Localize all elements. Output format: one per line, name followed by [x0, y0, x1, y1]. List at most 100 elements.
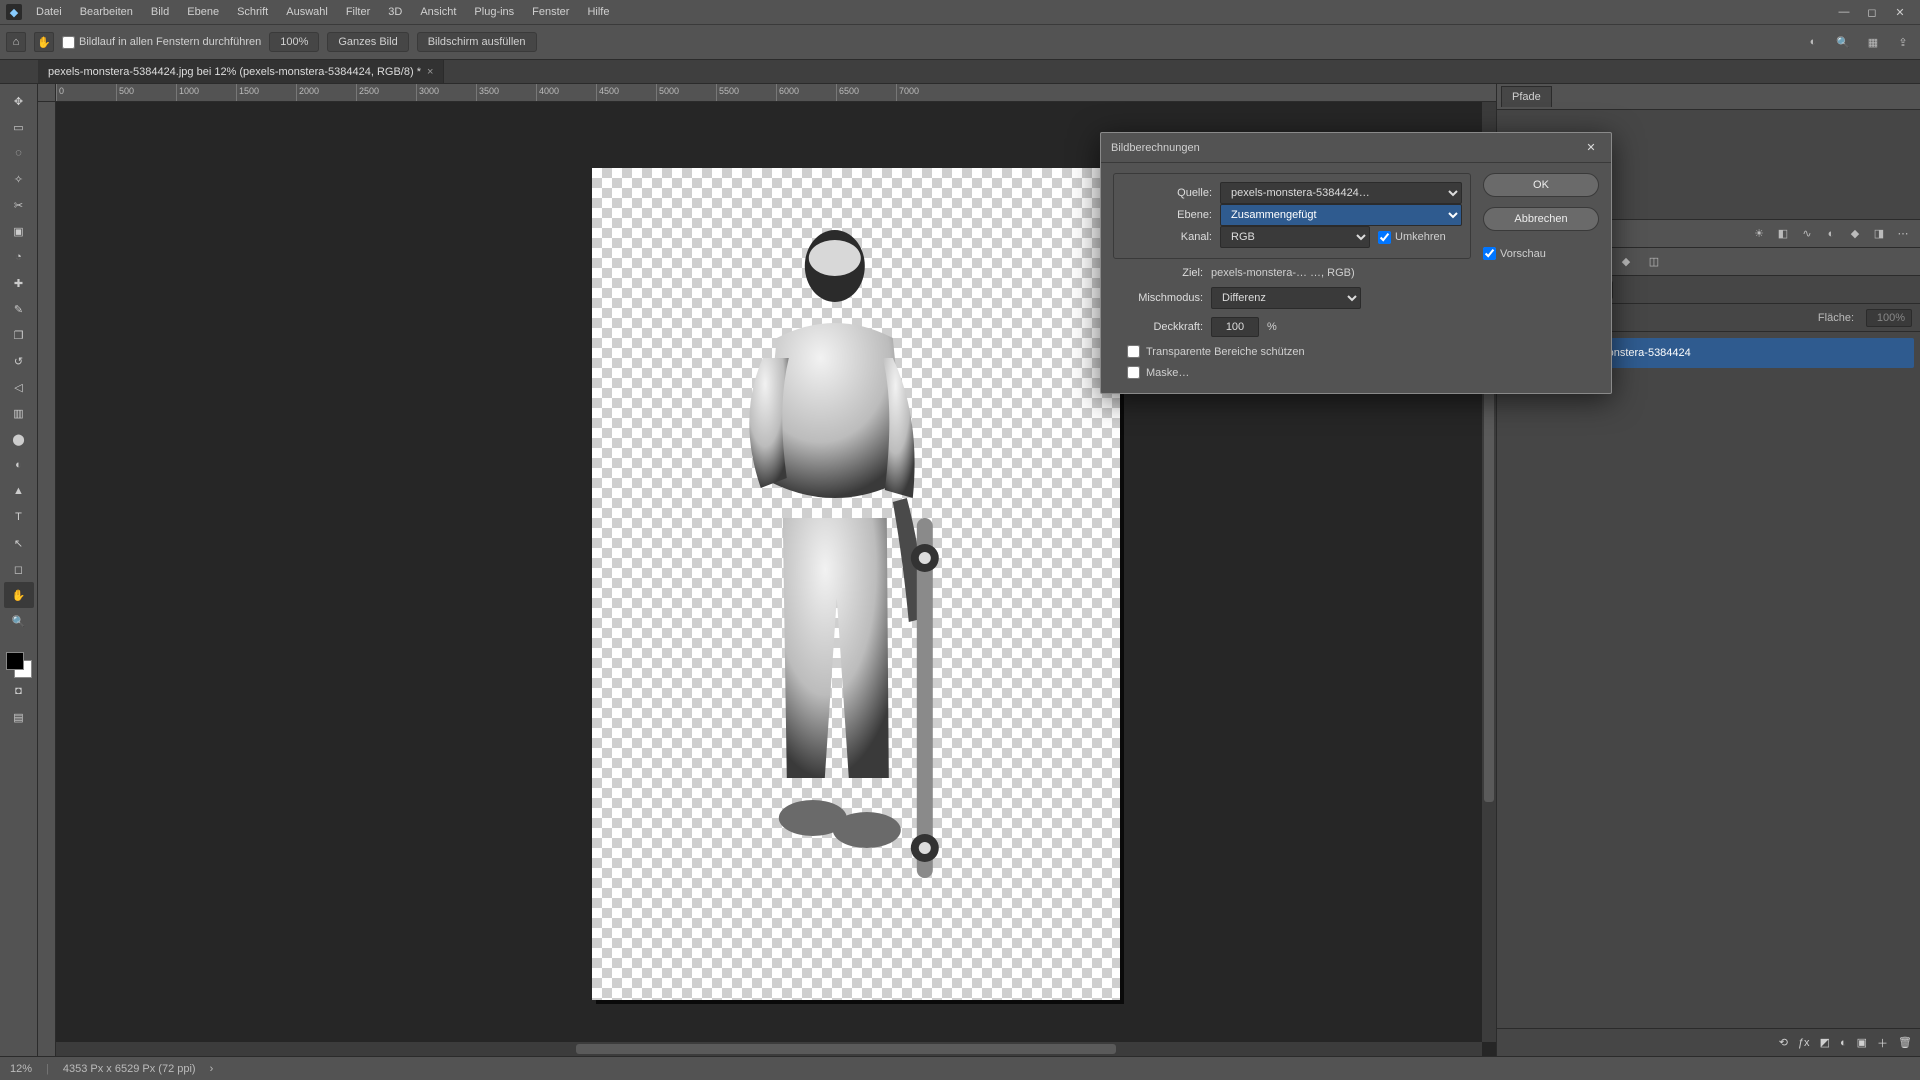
scroll-all-windows-checkbox[interactable]: Bildlauf in allen Fenstern durchführen	[62, 36, 261, 49]
adjust-exposure-icon[interactable]: ◐	[1822, 225, 1840, 243]
menu-plugins[interactable]: Plug-ins	[466, 3, 522, 21]
fill-screen-button[interactable]: Bildschirm ausfüllen	[417, 32, 537, 52]
delete-layer-icon[interactable]: 🗑	[1898, 1036, 1912, 1049]
menu-hilfe[interactable]: Hilfe	[579, 3, 617, 21]
invert-checkbox[interactable]: Umkehren	[1378, 231, 1446, 244]
eraser-tool-icon[interactable]: ◁	[4, 374, 34, 400]
eyedropper-tool-icon[interactable]: ◔	[4, 244, 34, 270]
zoom-100-button[interactable]: 100%	[269, 32, 319, 52]
dialog-title: Bildberechnungen	[1111, 142, 1581, 154]
quickmask-icon[interactable]: ◘	[4, 678, 34, 704]
window-maximize-icon[interactable]: ◻	[1858, 2, 1886, 22]
gradient-tool-icon[interactable]: ▥	[4, 400, 34, 426]
blend-select[interactable]: Differenz	[1211, 287, 1361, 309]
new-fill-adjust-icon[interactable]: ◐	[1840, 1037, 1847, 1049]
status-zoom[interactable]: 12%	[10, 1063, 32, 1075]
frame-tool-icon[interactable]: ▣	[4, 218, 34, 244]
history-brush-tool-icon[interactable]: ↺	[4, 348, 34, 374]
zoom-tool-icon[interactable]: 🔍	[4, 608, 34, 634]
search-icon[interactable]: 🔍	[1832, 31, 1854, 53]
pen-tool-icon[interactable]: ▲	[4, 478, 34, 504]
hand-tool-icon[interactable]: ✋	[34, 32, 54, 52]
adjust-brightness-icon[interactable]: ☀	[1750, 225, 1768, 243]
type-tool-icon[interactable]: T	[4, 504, 34, 530]
move-tool-icon[interactable]: ✥	[4, 88, 34, 114]
menu-ebene[interactable]: Ebene	[179, 3, 227, 21]
crop-tool-icon[interactable]: ✂	[4, 192, 34, 218]
layer-mask-icon[interactable]: ◩	[1820, 1036, 1830, 1049]
preview-label: Vorschau	[1500, 248, 1546, 260]
fit-screen-button[interactable]: Ganzes Bild	[327, 32, 408, 52]
stamp-tool-icon[interactable]: ❐	[4, 322, 34, 348]
dialog-titlebar[interactable]: Bildberechnungen ✕	[1101, 133, 1611, 163]
path-select-tool-icon[interactable]: ↖	[4, 530, 34, 556]
target-label: Ziel:	[1113, 267, 1203, 279]
document-tab[interactable]: pexels-monstera-5384424.jpg bei 12% (pex…	[38, 60, 444, 83]
menu-bild[interactable]: Bild	[143, 3, 177, 21]
screenmode-icon[interactable]: ▤	[4, 704, 34, 730]
status-doc-info[interactable]: 4353 Px x 6529 Px (72 ppi)	[63, 1063, 196, 1075]
menu-ansicht[interactable]: Ansicht	[412, 3, 464, 21]
preview-checkbox[interactable]: Vorschau	[1483, 247, 1599, 260]
hand-tool-icon-2[interactable]: ✋	[4, 582, 34, 608]
layer-kind-shape-icon[interactable]: ◆	[1617, 253, 1635, 271]
color-swatch[interactable]	[6, 652, 32, 678]
home-icon[interactable]: ⌂	[6, 32, 26, 52]
new-group-icon[interactable]: ▣	[1857, 1036, 1867, 1049]
opacity-input[interactable]	[1211, 317, 1259, 337]
tab-close-icon[interactable]: ×	[427, 66, 433, 78]
adjust-bw-icon[interactable]: ◨	[1870, 225, 1888, 243]
dialog-close-icon[interactable]: ✕	[1581, 138, 1601, 158]
document-canvas[interactable]	[592, 168, 1120, 1000]
adjust-more-icon[interactable]: ⋯	[1894, 225, 1912, 243]
channel-select[interactable]: RGB	[1220, 226, 1370, 248]
adjust-levels-icon[interactable]: ◧	[1774, 225, 1792, 243]
ruler-origin[interactable]	[38, 84, 56, 102]
ruler-horizontal[interactable]: 0 500 1000 1500 2000 2500 3000 3500 4000…	[56, 84, 1496, 102]
canvas-scrollbar-horizontal[interactable]	[56, 1042, 1482, 1056]
workspaces-icon[interactable]: ▦	[1862, 31, 1884, 53]
brush-tool-icon[interactable]: ✎	[4, 296, 34, 322]
wand-tool-icon[interactable]: ✧	[4, 166, 34, 192]
heal-tool-icon[interactable]: ✚	[4, 270, 34, 296]
lasso-tool-icon[interactable]: ◌	[4, 140, 34, 166]
source-select[interactable]: pexels-monstera-5384424…	[1220, 182, 1462, 204]
preserve-transparency-checkbox[interactable]: Transparente Bereiche schützen	[1113, 345, 1471, 358]
ok-button[interactable]: OK	[1483, 173, 1599, 197]
shape-tool-icon[interactable]: ◻	[4, 556, 34, 582]
menu-schrift[interactable]: Schrift	[229, 3, 276, 21]
window-close-icon[interactable]: ✕	[1886, 2, 1914, 22]
opacity-scrub-label[interactable]: Deckkraft:	[1113, 321, 1203, 333]
ruler-vertical[interactable]	[38, 102, 56, 1056]
menu-fenster[interactable]: Fenster	[524, 3, 577, 21]
menu-filter[interactable]: Filter	[338, 3, 378, 21]
menu-datei[interactable]: Datei	[28, 3, 70, 21]
menu-bearbeiten[interactable]: Bearbeiten	[72, 3, 141, 21]
window-minimize-icon[interactable]: —	[1830, 2, 1858, 22]
fill-value[interactable]: 100%	[1866, 309, 1912, 327]
tab-pfade[interactable]: Pfade	[1501, 86, 1552, 107]
dodge-tool-icon[interactable]: ◐	[4, 452, 34, 478]
menu-bar: ◆ Datei Bearbeiten Bild Ebene Schrift Au…	[0, 0, 1920, 24]
fg-color-icon[interactable]	[6, 652, 24, 670]
status-arrow-icon[interactable]: ›	[210, 1063, 214, 1075]
adjust-curves-icon[interactable]: ∿	[1798, 225, 1816, 243]
layer-select[interactable]: Zusammengefügt	[1220, 204, 1462, 226]
mask-checkbox[interactable]: Maske…	[1113, 366, 1471, 379]
options-bar: ⌂ ✋ Bildlauf in allen Fenstern durchführ…	[0, 24, 1920, 60]
menu-3d[interactable]: 3D	[380, 3, 410, 21]
layer-kind-smart-icon[interactable]: ◫	[1645, 253, 1663, 271]
cloud-docs-icon[interactable]: ◐	[1802, 31, 1824, 53]
new-layer-icon[interactable]: ＋	[1877, 1035, 1888, 1051]
blur-tool-icon[interactable]: ⬤	[4, 426, 34, 452]
cancel-button[interactable]: Abbrechen	[1483, 207, 1599, 231]
layer-fx-icon[interactable]: ƒx	[1798, 1037, 1810, 1049]
menu-auswahl[interactable]: Auswahl	[278, 3, 336, 21]
tool-column: ✥ ▭ ◌ ✧ ✂ ▣ ◔ ✚ ✎ ❐ ↺ ◁ ▥ ⬤ ◐ ▲ T ↖ ◻ ✋ …	[0, 84, 38, 1056]
marquee-tool-icon[interactable]: ▭	[4, 114, 34, 140]
link-layers-icon[interactable]: ⟲	[1779, 1036, 1788, 1049]
source-label: Quelle:	[1122, 187, 1212, 199]
status-bar: 12% | 4353 Px x 6529 Px (72 ppi) ›	[0, 1056, 1920, 1080]
adjust-hue-icon[interactable]: ◆	[1846, 225, 1864, 243]
share-icon[interactable]: ⇪	[1892, 31, 1914, 53]
